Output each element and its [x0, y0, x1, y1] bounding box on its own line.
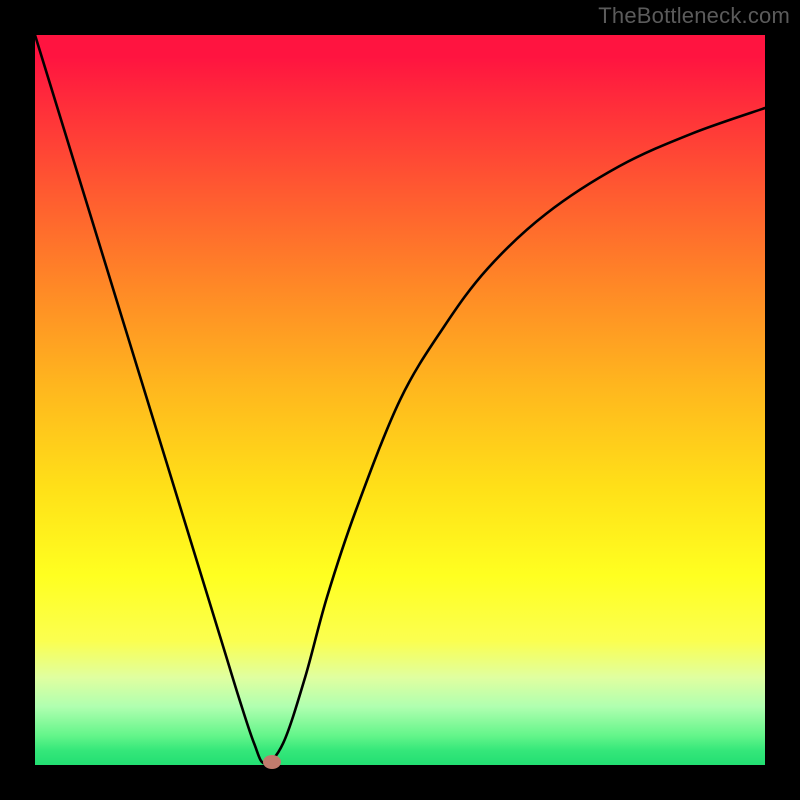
curve-path — [35, 35, 765, 764]
bottleneck-curve — [35, 35, 765, 765]
plot-area — [35, 35, 765, 765]
min-marker — [263, 755, 281, 769]
chart-outer: TheBottleneck.com — [0, 0, 800, 800]
watermark-label: TheBottleneck.com — [598, 3, 790, 29]
